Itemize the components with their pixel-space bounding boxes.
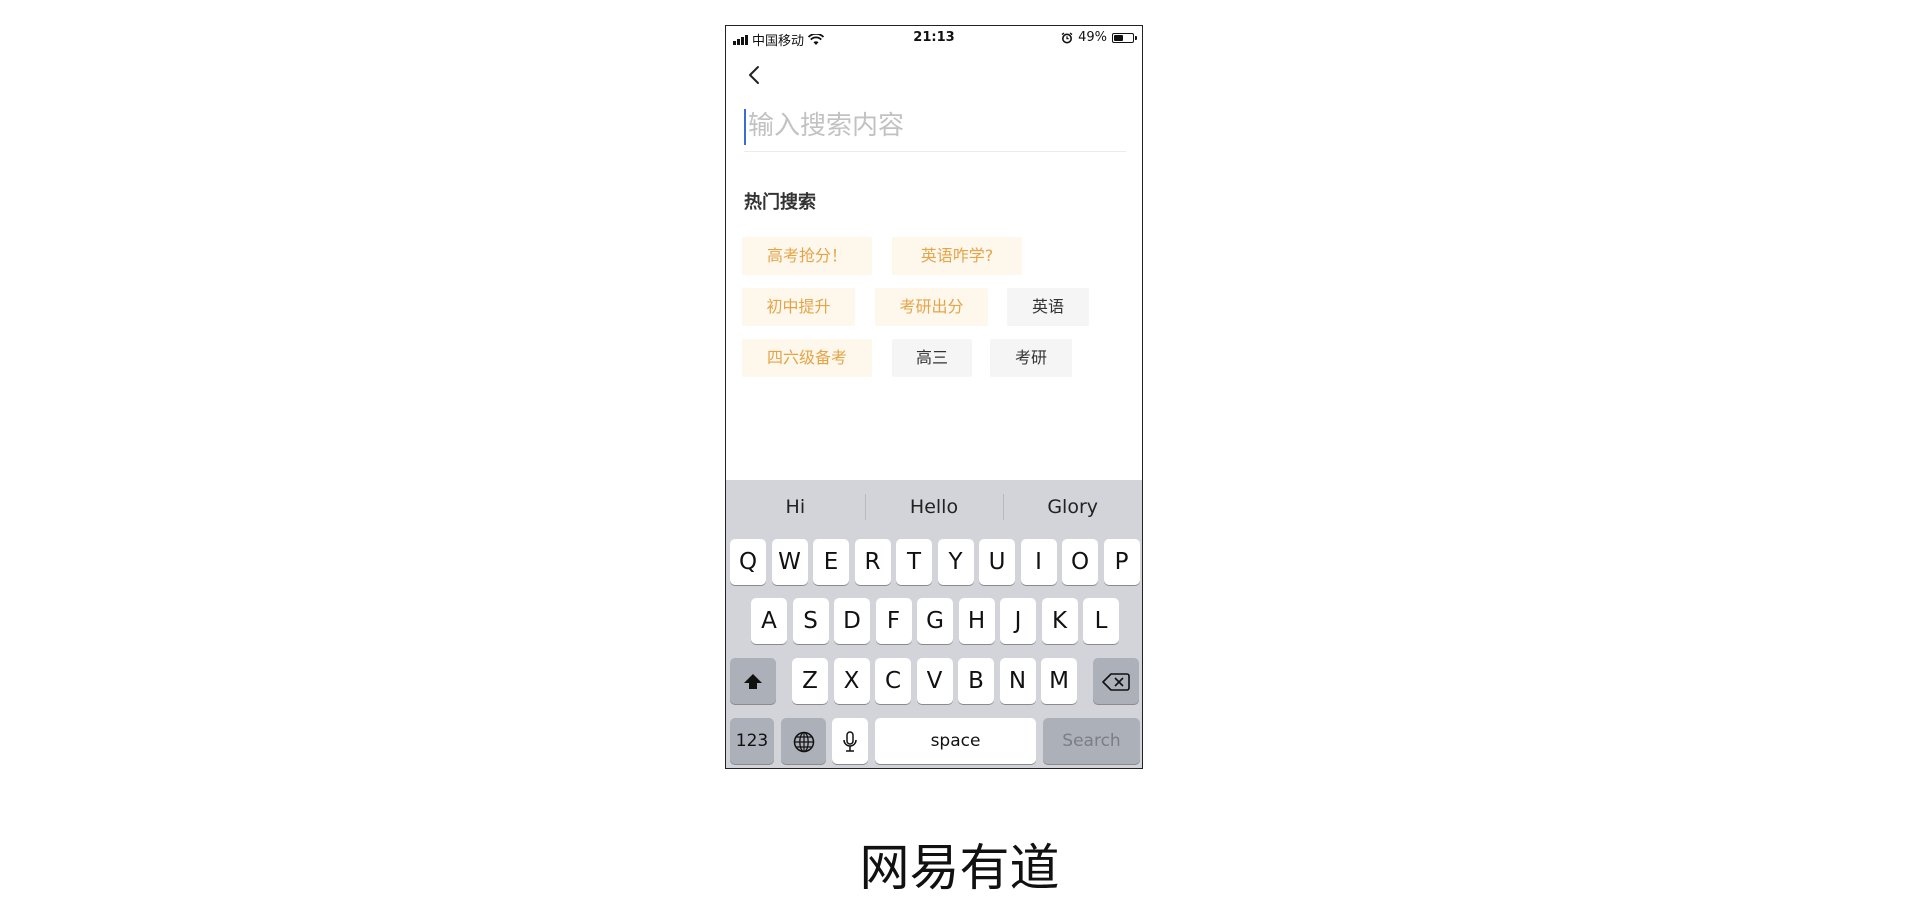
key-c[interactable]: C	[875, 658, 911, 704]
search-input[interactable]	[748, 103, 1118, 149]
hot-tag[interactable]: 高三	[892, 339, 972, 377]
numbers-key[interactable]: 123	[730, 718, 774, 764]
status-bar: 中国移动 21:13 49%	[726, 26, 1142, 50]
microphone-key[interactable]	[832, 718, 868, 764]
text-caret	[744, 109, 746, 145]
key-r[interactable]: R	[854, 539, 891, 585]
key-w[interactable]: W	[771, 539, 808, 585]
key-i[interactable]: I	[1020, 539, 1057, 585]
search-key[interactable]: Search	[1043, 718, 1140, 764]
microphone-icon	[843, 730, 857, 752]
key-e[interactable]: E	[813, 539, 849, 585]
backspace-icon	[1102, 672, 1130, 691]
battery-fill	[1114, 34, 1123, 41]
key-d[interactable]: D	[834, 598, 870, 644]
app-name-caption: 网易有道	[859, 839, 1060, 897]
hot-tag[interactable]: 四六级备考	[742, 339, 872, 377]
key-j[interactable]: J	[1000, 598, 1036, 644]
suggestion-bar: Hi Hello Glory	[726, 480, 1142, 535]
battery-icon	[1112, 32, 1137, 43]
key-n[interactable]: N	[999, 658, 1036, 704]
key-v[interactable]: V	[916, 658, 953, 704]
suggestion-item[interactable]: Glory	[1003, 480, 1142, 535]
phone-screen: 中国移动 21:13 49% 热门搜索	[725, 25, 1143, 769]
suggestion-item[interactable]: Hello	[864, 480, 1004, 535]
hot-search-title: 热门搜索	[744, 192, 816, 213]
globe-icon	[793, 731, 814, 752]
search-bar	[744, 103, 1126, 152]
key-y[interactable]: Y	[937, 539, 974, 585]
hot-tag[interactable]: 英语	[1007, 288, 1089, 326]
shift-icon	[744, 673, 762, 689]
chevron-left-icon	[749, 66, 759, 84]
key-f[interactable]: F	[875, 598, 912, 644]
key-g[interactable]: G	[917, 598, 953, 644]
suggestion-item[interactable]: Hi	[726, 480, 865, 535]
key-a[interactable]: A	[751, 598, 787, 644]
back-button[interactable]	[740, 60, 770, 90]
space-key[interactable]: space	[875, 718, 1036, 764]
key-q[interactable]: Q	[730, 539, 766, 585]
key-h[interactable]: H	[958, 598, 995, 644]
key-x[interactable]: X	[833, 658, 870, 704]
hot-tag[interactable]: 英语咋学?	[892, 237, 1022, 275]
key-p[interactable]: P	[1103, 539, 1140, 585]
key-t[interactable]: T	[896, 539, 932, 585]
hot-tag[interactable]: 高考抢分！	[742, 237, 872, 275]
keyboard: Hi Hello Glory QWERTYUIOP ASDFGHJKL ZXCV…	[726, 480, 1142, 768]
key-l[interactable]: L	[1083, 598, 1119, 644]
hot-tag[interactable]: 考研	[990, 339, 1072, 377]
hot-tag[interactable]: 考研出分	[875, 288, 988, 326]
battery-percent: 49%	[1078, 30, 1107, 45]
globe-key[interactable]	[781, 718, 826, 764]
alarm-icon	[1061, 31, 1073, 43]
hot-tag[interactable]: 初中提升	[742, 288, 855, 326]
key-k[interactable]: K	[1041, 598, 1078, 644]
key-m[interactable]: M	[1041, 658, 1077, 704]
key-s[interactable]: S	[792, 598, 829, 644]
shift-key[interactable]	[730, 658, 776, 704]
key-o[interactable]: O	[1062, 539, 1098, 585]
key-b[interactable]: B	[958, 658, 994, 704]
delete-key[interactable]	[1093, 658, 1139, 704]
key-z[interactable]: Z	[792, 658, 828, 704]
status-right: 49%	[1061, 30, 1137, 45]
key-u[interactable]: U	[979, 539, 1015, 585]
